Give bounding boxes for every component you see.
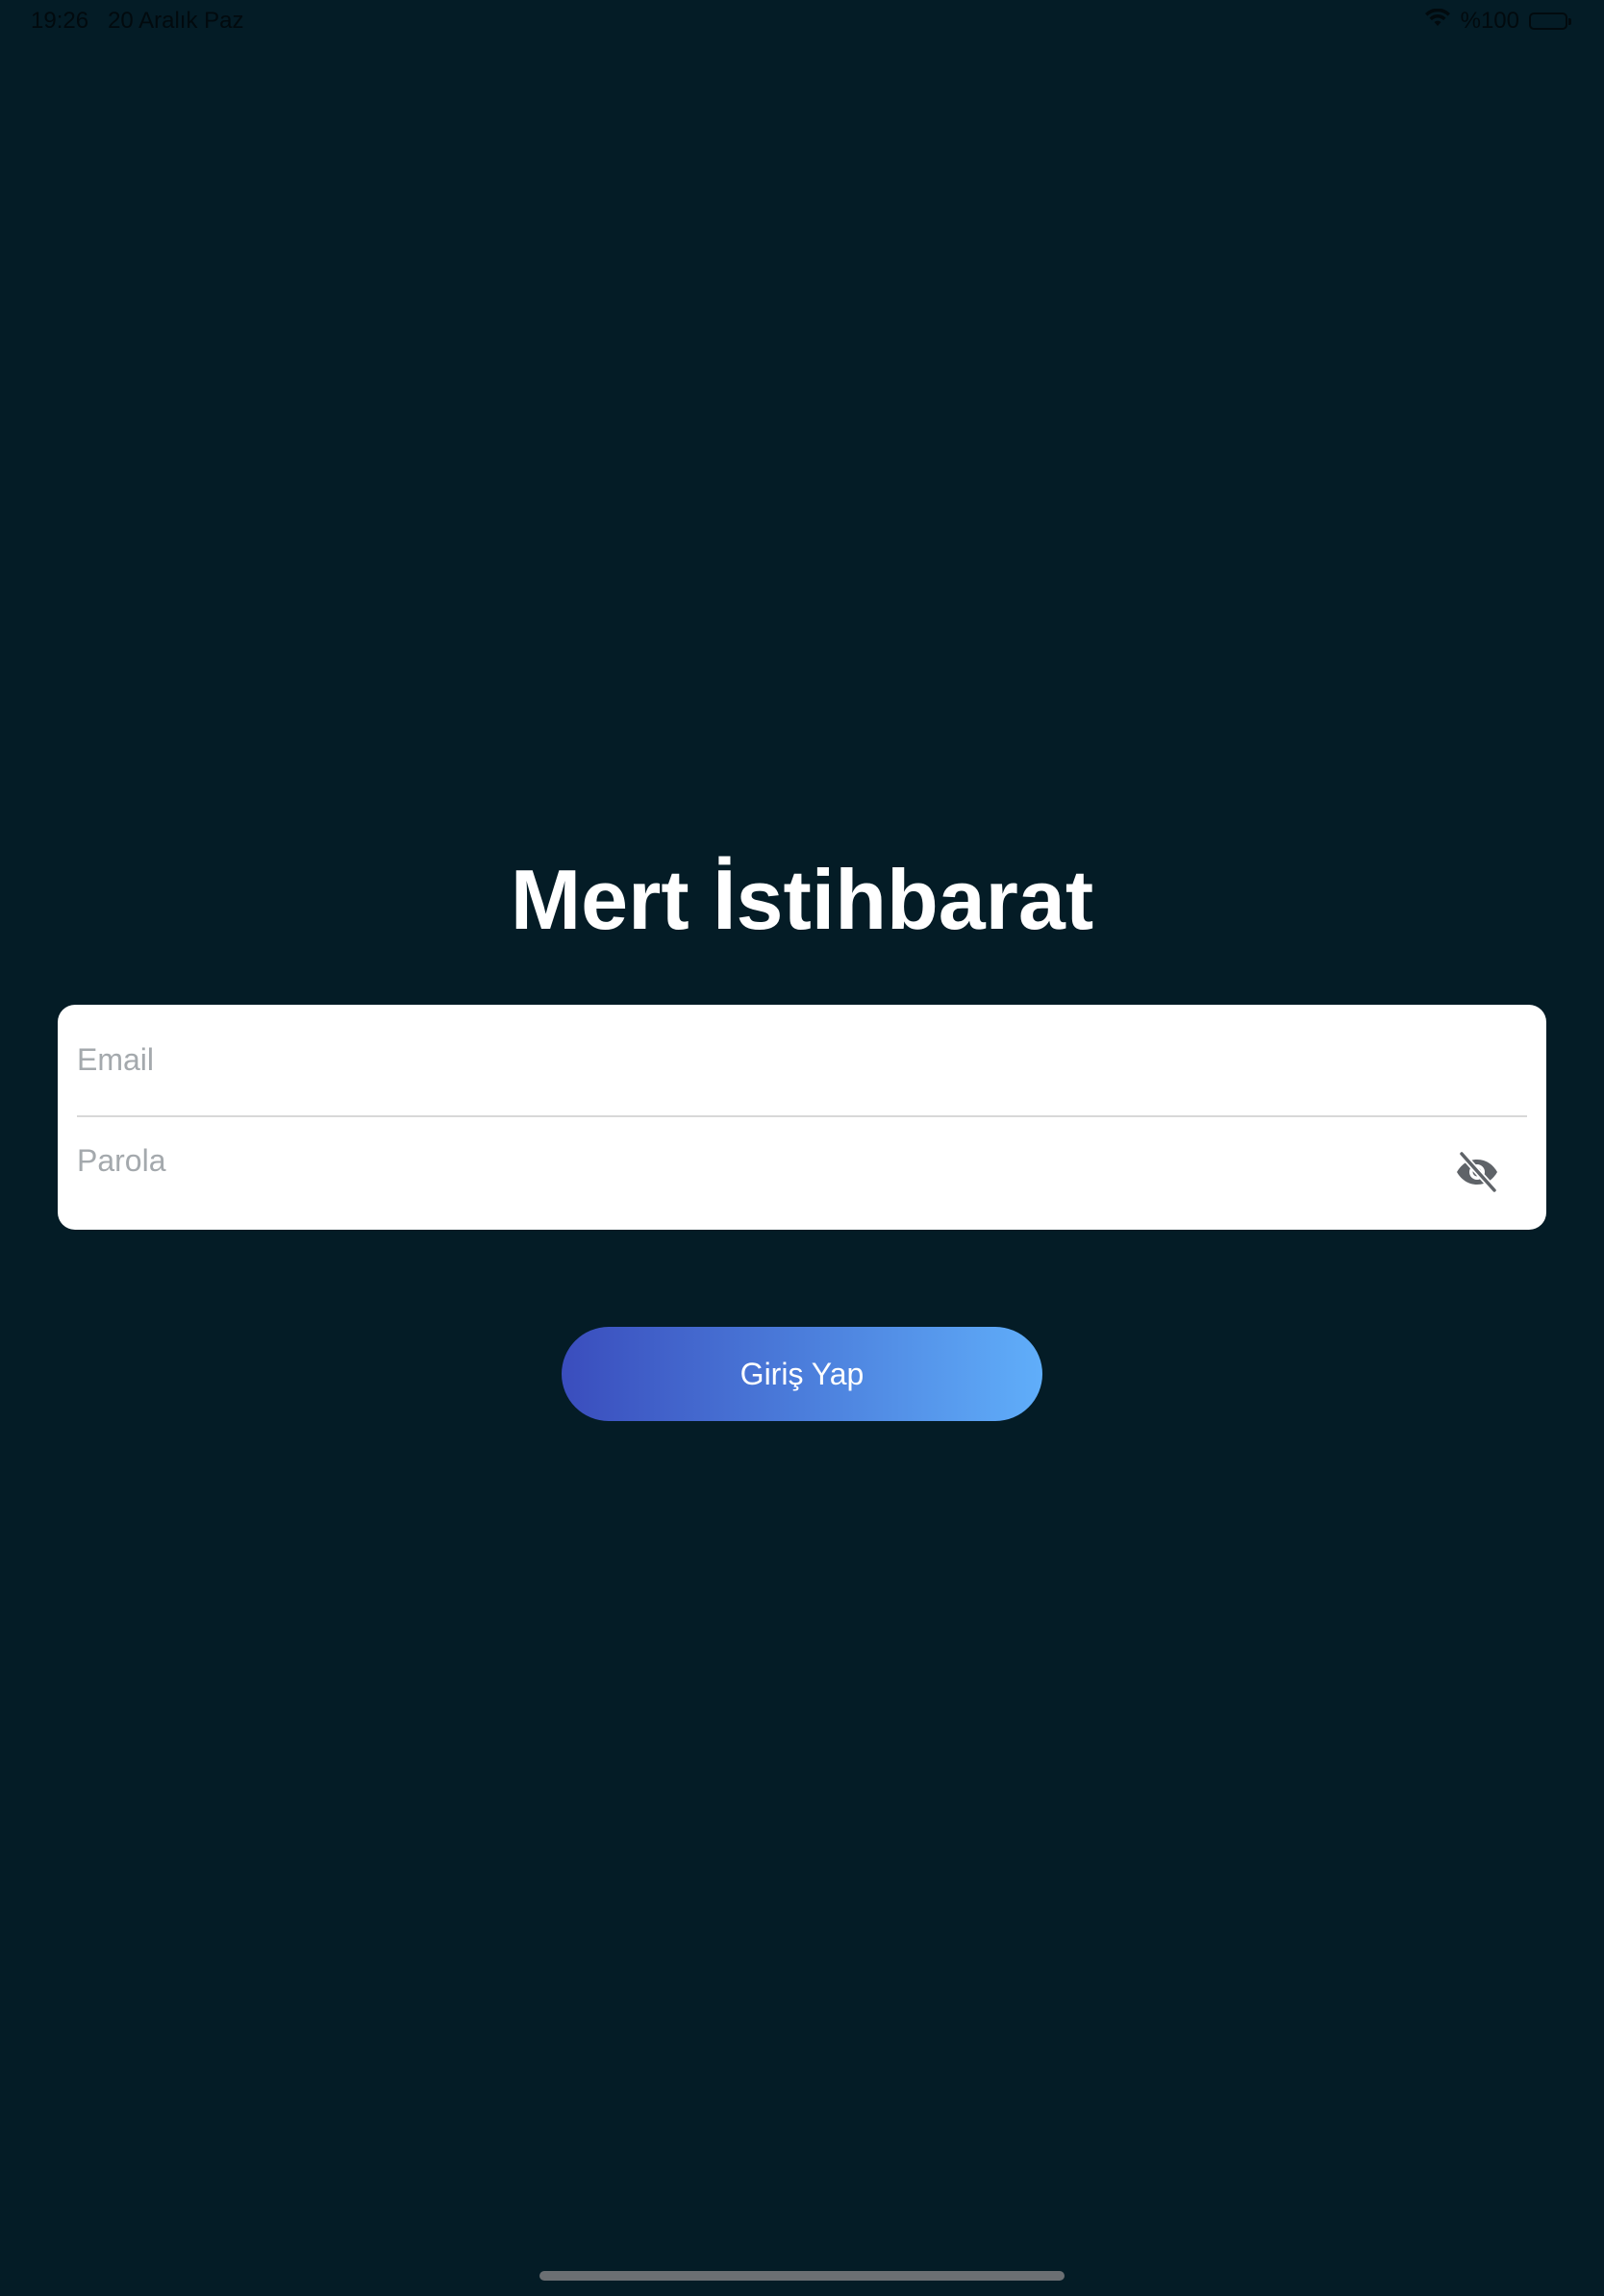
- status-bar: 19:26 20 Aralık Paz %100: [0, 0, 1604, 46]
- battery-icon: [1529, 12, 1571, 30]
- home-indicator[interactable]: [539, 2271, 1065, 2281]
- wifi-icon: [1424, 8, 1451, 35]
- status-time: 19:26: [31, 8, 89, 34]
- status-right: %100: [1424, 8, 1571, 35]
- login-button[interactable]: Giriş Yap: [562, 1327, 1042, 1421]
- login-card: [58, 1005, 1546, 1230]
- status-left: 19:26 20 Aralık Paz: [31, 8, 243, 35]
- password-field-container: [77, 1117, 1527, 1230]
- page-title: Mert İstihbarat: [510, 852, 1094, 947]
- password-field[interactable]: [77, 1117, 1527, 1204]
- status-date: 20 Aralık Paz: [108, 8, 244, 34]
- email-field[interactable]: [77, 1005, 1527, 1115]
- email-field-container: [77, 1005, 1527, 1117]
- battery-percent: %100: [1460, 8, 1519, 34]
- eye-slash-icon[interactable]: [1454, 1148, 1500, 1194]
